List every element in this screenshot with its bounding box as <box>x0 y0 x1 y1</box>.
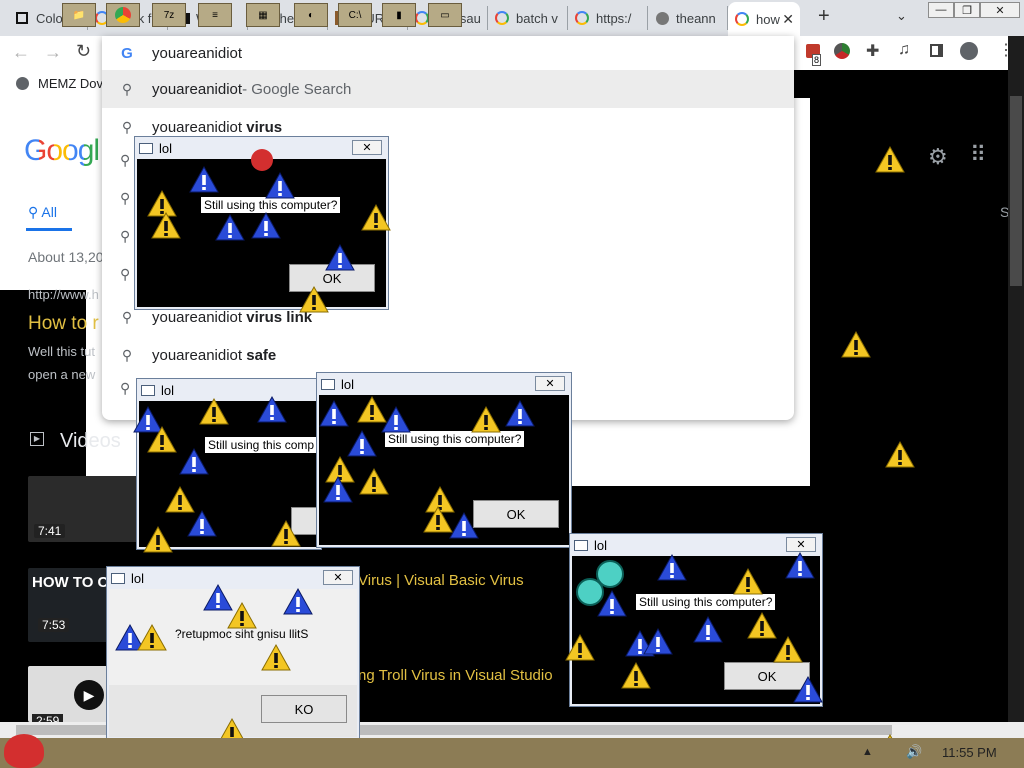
warning-icon <box>147 190 177 217</box>
warning-icon <box>449 512 479 539</box>
warning-icon <box>693 616 723 643</box>
warning-icon <box>133 406 163 433</box>
warning-icon <box>361 204 391 231</box>
calc-icon[interactable]: ▦ <box>246 3 280 27</box>
notepad-icon[interactable]: ≡ <box>198 3 232 27</box>
error-icon <box>251 149 273 171</box>
warning-icon <box>187 510 217 537</box>
warning-icon <box>621 662 651 689</box>
warning-icon <box>325 456 355 483</box>
warning-icon <box>793 676 823 703</box>
warning-icon <box>215 214 245 241</box>
warning-icon <box>347 430 377 457</box>
warning-icon <box>747 612 777 639</box>
warning-icon <box>199 398 229 425</box>
warning-icon <box>227 602 257 629</box>
warning-icon <box>733 568 763 595</box>
warning-icon <box>471 406 501 433</box>
warning-icon <box>251 212 281 239</box>
warning-icon <box>203 584 233 611</box>
warning-icon <box>785 552 815 579</box>
clock[interactable]: 11:55 PM <box>942 745 997 760</box>
warning-icon <box>505 400 535 427</box>
warning-icon <box>283 588 313 615</box>
paint-icon[interactable]: ◐ <box>294 3 328 27</box>
warning-icon <box>381 406 411 433</box>
tray-up-icon[interactable]: ▲ <box>862 746 873 758</box>
warning-icon <box>565 634 595 661</box>
warning-icon <box>841 331 871 358</box>
warning-icon <box>319 400 349 427</box>
warning-icon <box>151 212 181 239</box>
chrome-icon[interactable] <box>106 3 140 27</box>
files-icon[interactable]: ▮ <box>382 3 416 27</box>
warning-icon <box>325 244 355 271</box>
warning-icon <box>357 396 387 423</box>
warning-icon <box>299 286 329 313</box>
warning-icon <box>657 554 687 581</box>
warning-icon <box>261 644 291 671</box>
warning-icon <box>773 636 803 663</box>
taskbar-app-1[interactable]: 📁 <box>62 3 96 27</box>
screen-icon[interactable]: ▭ <box>428 3 462 27</box>
start-button[interactable] <box>4 734 44 768</box>
warning-icon <box>643 628 673 655</box>
cmd-icon[interactable]: C:\ <box>338 3 372 27</box>
warning-icon <box>875 146 905 173</box>
warning-icon <box>189 166 219 193</box>
warning-icon <box>271 520 301 547</box>
warning-icon <box>359 468 389 495</box>
warning-icon <box>143 526 173 553</box>
warning-icon <box>165 486 195 513</box>
warning-icon <box>257 396 287 423</box>
warning-icons-layer <box>115 146 915 761</box>
7zip-icon[interactable]: 7z <box>152 3 186 27</box>
warning-icon <box>885 441 915 468</box>
volume-icon[interactable]: 🔊 <box>906 744 922 760</box>
error-icon <box>596 560 624 588</box>
warning-icon <box>425 486 455 513</box>
error-icon <box>576 578 604 606</box>
warning-icon <box>179 448 209 475</box>
warning-icon <box>137 624 167 651</box>
warning-icon <box>265 172 295 199</box>
